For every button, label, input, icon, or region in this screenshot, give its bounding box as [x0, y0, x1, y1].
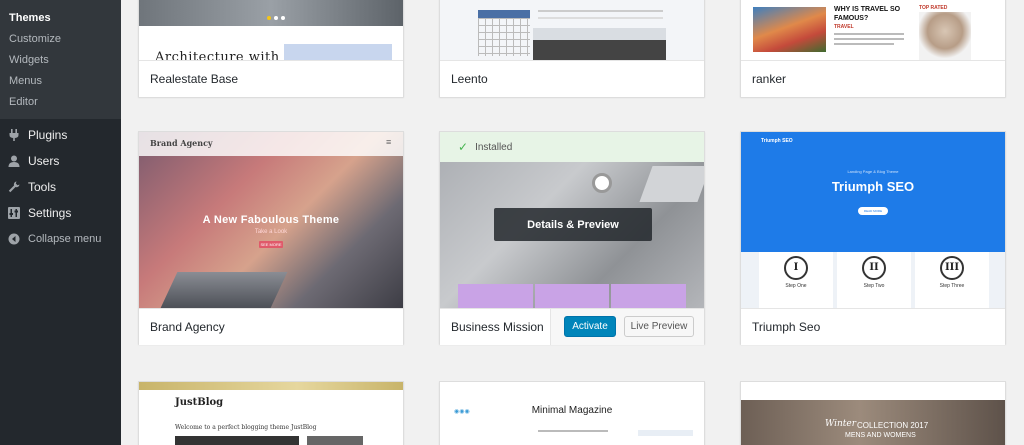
submenu-customize[interactable]: Customize — [0, 29, 121, 50]
wrench-icon — [7, 180, 21, 194]
collapse-icon — [7, 232, 21, 246]
submenu-widgets[interactable]: Widgets — [0, 50, 121, 71]
theme-screenshot — [440, 0, 704, 60]
menu-plugins[interactable]: Plugins — [0, 122, 121, 148]
theme-card-ranker[interactable]: WHY IS TRAVEL SO FAMOUS? TRAVEL TOP RATE… — [740, 0, 1006, 97]
step-label: Step One — [785, 283, 807, 289]
building-photo — [139, 0, 403, 26]
admin-sidebar: Themes Customize Widgets Menus Editor Pl… — [0, 0, 121, 445]
menu-settings-label: Settings — [28, 206, 72, 220]
plug-icon — [7, 128, 21, 142]
themes-grid: Architecture with Realestate Base Leento… — [121, 0, 1024, 445]
coffee-cup-photo — [592, 173, 612, 193]
theme-name: ranker — [741, 60, 1005, 97]
step-numeral: I — [784, 256, 808, 280]
theme-card-minimal-magazine[interactable]: ◉◉◉ Minimal Magazine — [439, 381, 705, 445]
travel-photo — [753, 7, 826, 52]
theme-screenshot: WHY IS TRAVEL SO FAMOUS? TRAVEL TOP RATE… — [741, 0, 1005, 60]
theme-card-business-mission[interactable]: ✓ Installed Details & Preview Business M… — [439, 131, 705, 345]
settings-icon — [7, 206, 21, 220]
admin-menu: Plugins Users Tools Settings Collapse me… — [0, 122, 121, 252]
menu-plugins-label: Plugins — [28, 128, 68, 142]
theme-screenshot: ◉◉◉ Minimal Magazine — [440, 382, 704, 445]
menu-users[interactable]: Users — [0, 148, 121, 174]
theme-card-brand-agency[interactable]: Brand Agency ≡ A New Faboulous Theme Tak… — [138, 131, 404, 345]
theme-card-realestate[interactable]: Architecture with Realestate Base — [138, 0, 404, 97]
collapse-menu[interactable]: Collapse menu — [0, 226, 121, 252]
submenu-menus[interactable]: Menus — [0, 71, 121, 92]
theme-screenshot: JustBlog Welcome to a perfect blogging t… — [139, 382, 403, 445]
heading-text: Architecture with — [155, 50, 280, 60]
theme-card-fashion[interactable]: Winter COLLECTION 2017 MENS AND WOMENS — [740, 381, 1006, 445]
collapse-menu-label: Collapse menu — [28, 233, 102, 245]
installed-notice: ✓ Installed — [440, 132, 704, 162]
step-box: III Step Three — [915, 252, 989, 308]
laptop-photo — [160, 272, 288, 308]
submenu-editor[interactable]: Editor — [0, 92, 121, 113]
menu-settings[interactable]: Settings — [0, 200, 121, 226]
person-photo — [919, 12, 971, 60]
menu-tools-label: Tools — [28, 180, 57, 194]
live-preview-button[interactable]: Live Preview — [624, 316, 694, 337]
brand-logo: Brand Agency — [150, 138, 213, 148]
menu-users-label: Users — [28, 154, 60, 168]
theme-name: Leento — [440, 60, 704, 97]
user-icon — [7, 154, 21, 168]
theme-card-leento[interactable]: Leento — [439, 0, 705, 97]
see-more-button: SEE MORE — [259, 241, 283, 248]
menu-toggle-icon: ≡ — [386, 137, 392, 147]
laptop-photo — [639, 166, 704, 202]
feature-boxes — [458, 284, 687, 308]
hero-subtitle: Take a Look — [254, 229, 288, 235]
step-numeral: II — [862, 256, 886, 280]
theme-screenshot: Brand Agency ≡ A New Faboulous Theme Tak… — [139, 132, 403, 308]
submenu-themes[interactable]: Themes — [0, 8, 121, 29]
blog-title: JustBlog — [175, 397, 224, 408]
slider-dots — [267, 16, 285, 20]
installed-label: Installed — [475, 141, 513, 153]
magazine-title: Minimal Magazine — [531, 405, 613, 416]
theme-screenshot: ✓ Installed Details & Preview — [440, 132, 704, 308]
theme-card-justblog[interactable]: JustBlog Welcome to a perfect blogging t… — [138, 381, 404, 445]
details-preview-overlay[interactable]: Details & Preview — [494, 208, 652, 241]
step-label: Step Three — [939, 283, 965, 289]
theme-screenshot: Winter COLLECTION 2017 MENS AND WOMENS — [741, 382, 1005, 445]
menu-tools[interactable]: Tools — [0, 174, 121, 200]
theme-name: Realestate Base — [139, 60, 403, 97]
step-label: Step Two — [863, 283, 885, 289]
step-box: II Step Two — [837, 252, 911, 308]
hero-title: Triumph SEO — [831, 179, 915, 194]
check-icon: ✓ — [458, 140, 469, 154]
activate-button[interactable]: Activate — [564, 316, 616, 337]
theme-card-triumph-seo[interactable]: Triumph SEO Landing Page & Blog Theme Tr… — [740, 131, 1006, 345]
hero-title: A New Faboulous Theme — [202, 214, 340, 226]
theme-name: Business Mission — [440, 308, 550, 345]
calendar-widget — [478, 18, 530, 56]
theme-name: Brand Agency — [139, 308, 403, 345]
theme-screenshot: Triumph SEO Landing Page & Blog Theme Tr… — [741, 132, 1005, 308]
theme-name: Triumph Seo — [741, 308, 1005, 345]
step-numeral: III — [940, 256, 964, 280]
appearance-submenu: Themes Customize Widgets Menus Editor — [0, 0, 121, 119]
step-box: I Step One — [759, 252, 833, 308]
theme-screenshot: Architecture with — [139, 0, 403, 60]
article-photo — [533, 28, 666, 60]
